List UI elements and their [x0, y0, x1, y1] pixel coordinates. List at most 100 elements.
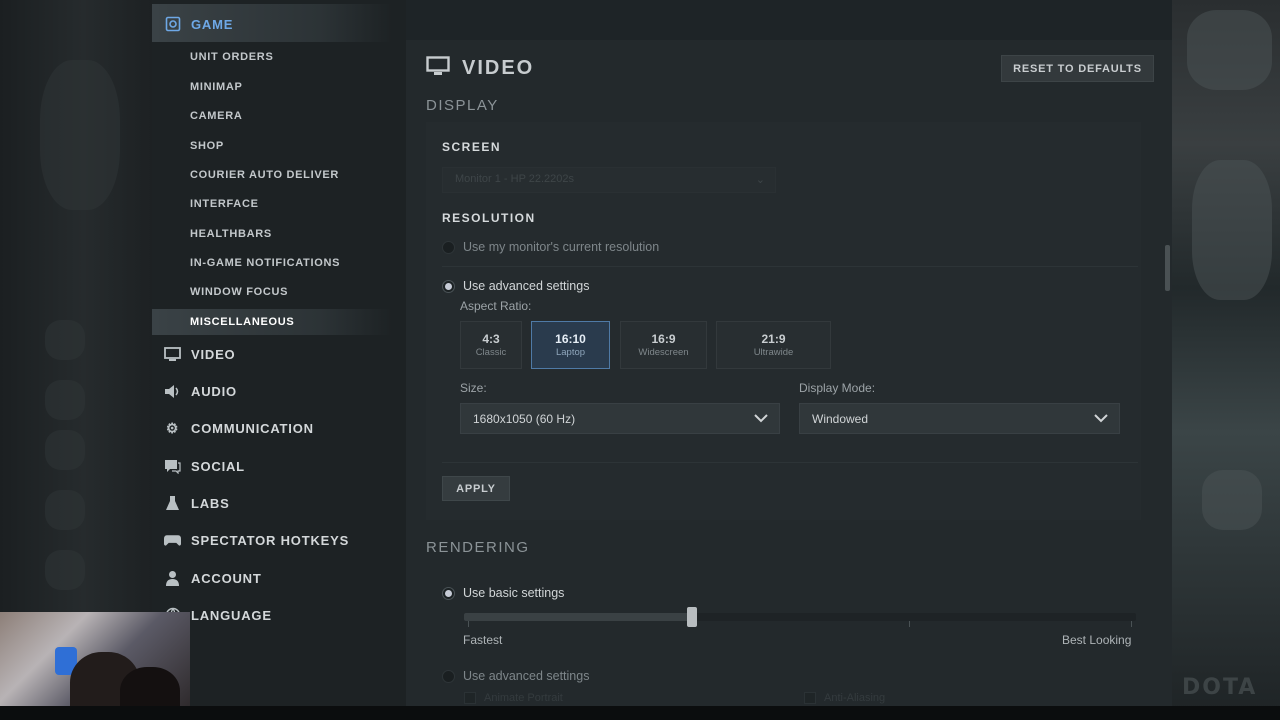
sidebar-item-shop[interactable]: SHOP [190, 138, 224, 154]
monitor-icon [426, 56, 450, 81]
advanced-resolution-option[interactable]: Use advanced settings [442, 279, 589, 293]
aspect-ratio-name: Classic [475, 347, 507, 358]
background-logo-text: DOTA [1182, 675, 1258, 700]
size-label: Size: [460, 381, 487, 395]
apply-button[interactable]: APPLY [442, 476, 510, 501]
sidebar-section-label: COMMUNICATION [191, 420, 314, 436]
sidebar-item-in-game-notifications[interactable]: IN-GAME NOTIFICATIONS [190, 255, 340, 271]
speaker-icon [164, 383, 181, 400]
radio-button[interactable] [442, 240, 455, 254]
sidebar-section-labs[interactable]: LABS [164, 493, 230, 513]
sidebar-section-label: VIDEO [191, 346, 236, 362]
aspect-ratio-name: Laptop [555, 347, 586, 358]
sidebar-item-camera[interactable]: CAMERA [190, 108, 242, 124]
aspect-ratio-value: 4:3 [482, 332, 500, 346]
advanced-rendering-option[interactable]: Use advanced settings [442, 669, 589, 683]
size-select[interactable]: 1680x1050 (60 Hz) [460, 403, 780, 434]
anti-aliasing-checkbox[interactable] [804, 692, 816, 704]
flask-icon [164, 495, 181, 512]
quality-slider-thumb[interactable] [687, 607, 698, 627]
display-mode-label: Display Mode: [799, 381, 876, 395]
sidebar-item-minimap[interactable]: MINIMAP [190, 79, 243, 95]
slider-min-label: Fastest [463, 633, 503, 647]
radio-button-selected[interactable] [442, 279, 455, 293]
slider-max-label: Best Looking [1062, 633, 1132, 647]
sidebar-item-window-focus[interactable]: WINDOW FOCUS [190, 284, 288, 300]
sidebar-section-spectator-hotkeys[interactable]: SPECTATOR HOTKEYS [164, 530, 349, 550]
bottom-strip [0, 706, 1280, 720]
screen-select-value: Monitor 1 - HP 22.2202s [455, 173, 575, 185]
size-select-value: 1680x1050 (60 Hz) [473, 412, 576, 426]
aspect-ratio-value: 16:9 [651, 332, 676, 346]
chevron-down-icon [754, 414, 768, 423]
anti-aliasing-label: Anti-Aliasing [824, 692, 886, 704]
screen-select[interactable]: Monitor 1 - HP 22.2202s ⌄ [442, 167, 776, 193]
chevron-down-icon: ⌄ [755, 174, 765, 186]
sidebar-section-label: ACCOUNT [191, 570, 262, 586]
advanced-resolution-label: Use advanced settings [463, 279, 590, 293]
sidebar-section-audio[interactable]: AUDIO [164, 381, 237, 401]
chat-icon [164, 458, 181, 475]
aspect-ratio-value: 21:9 [761, 332, 786, 346]
user-icon [164, 570, 181, 587]
display-mode-select-value: Windowed [812, 412, 869, 426]
gamepad-icon [164, 532, 181, 549]
settings-sidebar: GAME UNIT ORDERS MINIMAP CAMERA SHOP COU… [152, 0, 406, 720]
rendering-category-title: RENDERING [426, 539, 530, 556]
panel-title-row: VIDEO [426, 56, 534, 81]
basic-rendering-option[interactable]: Use basic settings [442, 586, 564, 600]
sidebar-item-miscellaneous[interactable]: MISCELLANEOUS [190, 314, 294, 330]
reset-to-defaults-button[interactable]: RESET TO DEFAULTS [1001, 55, 1154, 82]
aspect-ratio-label: Aspect Ratio: [460, 299, 532, 313]
divider [442, 462, 1138, 463]
radio-button-selected[interactable] [442, 586, 455, 600]
animate-portrait-checkbox[interactable] [464, 692, 476, 704]
aspect-ratio-name: Widescreen [638, 347, 689, 358]
panel-top-strip [406, 0, 1172, 40]
sidebar-section-account[interactable]: ACCOUNT [164, 568, 262, 588]
sidebar-section-label: SPECTATOR HOTKEYS [191, 532, 350, 548]
slider-tick [468, 621, 469, 627]
advanced-rendering-label: Use advanced settings [463, 669, 590, 683]
sidebar-section-video[interactable]: VIDEO [164, 344, 235, 364]
background-right: DOTA [1172, 0, 1280, 720]
sidebar-item-interface[interactable]: INTERFACE [190, 196, 259, 212]
resolution-heading: RESOLUTION [442, 211, 536, 225]
page-title: VIDEO [462, 57, 535, 79]
current-resolution-option[interactable]: Use my monitor's current resolution [442, 240, 659, 254]
aspect-ratio-16-10[interactable]: 16:10 Laptop [531, 321, 610, 369]
aspect-ratio-16-9[interactable]: 16:9 Widescreen [620, 321, 707, 369]
quality-slider-track[interactable] [464, 613, 1136, 621]
aspect-ratio-value: 16:10 [555, 332, 586, 346]
sidebar-section-social[interactable]: SOCIAL [164, 456, 245, 476]
screen-heading: SCREEN [442, 140, 502, 154]
webcam-overlay [0, 612, 190, 720]
sidebar-section-communication[interactable]: ⚙ COMMUNICATION [164, 418, 314, 438]
chevron-down-icon [1094, 414, 1108, 423]
aspect-ratio-name: Ultrawide [753, 347, 794, 358]
radio-button[interactable] [442, 669, 455, 683]
sidebar-section-label: SOCIAL [191, 458, 245, 474]
sidebar-item-courier-auto-deliver[interactable]: COURIER AUTO DELIVER [190, 167, 339, 183]
quality-slider-fill [464, 613, 693, 621]
basic-rendering-label: Use basic settings [463, 586, 565, 600]
sidebar-section-label: LANGUAGE [191, 607, 272, 623]
sidebar-item-unit-orders[interactable]: UNIT ORDERS [190, 49, 273, 65]
aspect-ratio-21-9[interactable]: 21:9 Ultrawide [716, 321, 831, 369]
sidebar-item-healthbars[interactable]: HEALTHBARS [190, 226, 272, 242]
gear-icon: ⚙ [165, 419, 180, 436]
divider [442, 266, 1138, 267]
current-resolution-label: Use my monitor's current resolution [463, 240, 660, 254]
sidebar-section-game[interactable]: GAME [164, 14, 233, 34]
display-mode-select[interactable]: Windowed [799, 403, 1120, 434]
sidebar-section-label: AUDIO [191, 383, 237, 399]
gamepad-icon [164, 16, 181, 33]
display-category-title: DISPLAY [426, 97, 499, 114]
sidebar-section-label: GAME [191, 16, 234, 32]
monitor-icon [164, 346, 181, 363]
panel-scrollbar[interactable] [1165, 245, 1170, 291]
slider-tick [1131, 621, 1132, 627]
slider-tick [909, 621, 910, 627]
aspect-ratio-4-3[interactable]: 4:3 Classic [460, 321, 522, 369]
animate-portrait-label: Animate Portrait [484, 692, 563, 704]
